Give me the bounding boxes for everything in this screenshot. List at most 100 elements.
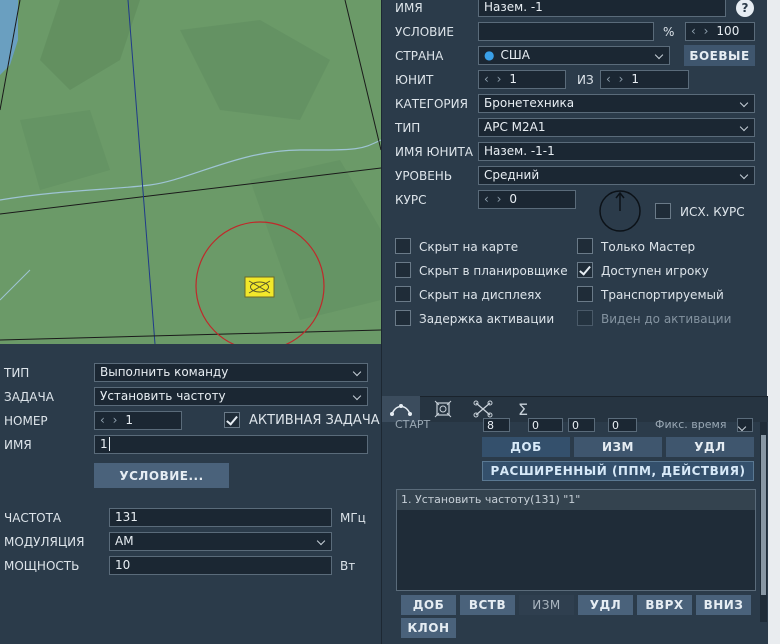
power-unit: Вт (340, 559, 356, 573)
condition-stepper[interactable]: ‹ › 100 (685, 22, 755, 41)
unit-name2-label: ИМЯ ЮНИТА (395, 145, 473, 159)
of-value: 1 (631, 72, 640, 86)
edit-point-button[interactable]: ИЗМ (574, 437, 662, 457)
unit-name-label: ИМЯ (395, 1, 423, 15)
combat-button[interactable]: БОЕВЫЕ (684, 45, 755, 66)
hidden-planner-checkbox[interactable] (395, 262, 411, 278)
number-stepper[interactable]: ‹ › 1 (94, 411, 182, 430)
init-heading-label: ИСХ. КУРС (680, 205, 745, 219)
transportable-label: Транспортируемый (601, 288, 724, 302)
master-only-checkbox[interactable] (577, 238, 593, 254)
hidden-displays-label: Скрыт на дисплеях (419, 288, 542, 302)
unit-value: 1 (509, 72, 518, 86)
level-value: Средний (484, 168, 540, 182)
name-label: ИМЯ (4, 438, 32, 452)
condition-button[interactable]: УСЛОВИЕ... (94, 463, 229, 488)
background-window-edge (767, 0, 780, 644)
type-label: ТИП (4, 366, 30, 380)
of-label: ИЗ (577, 73, 594, 87)
type-select[interactable]: Выполнить команду (94, 363, 368, 382)
category-label: КАТЕГОРИЯ (395, 97, 468, 111)
spin-arrows-icon[interactable]: ‹ › (484, 72, 503, 86)
advanced-button[interactable]: РАСШИРЕННЫЙ (ППМ, ДЕЙСТВИЯ) (482, 461, 754, 481)
hidden-map-checkbox[interactable] (395, 238, 411, 254)
spin-arrows-icon[interactable]: ‹ › (606, 72, 625, 86)
heading-stepper[interactable]: ‹ › 0 (478, 190, 576, 209)
condition-value: 100 (716, 24, 740, 38)
spin-arrows-icon[interactable]: ‹ › (100, 413, 119, 427)
unit-name-input[interactable]: Назем. -1 (478, 0, 726, 17)
heading-value: 0 (509, 192, 518, 206)
scrollbar-thumb[interactable] (761, 435, 766, 595)
frequency-unit: МГц (340, 511, 366, 525)
unit-name2-value: Назем. -1-1 (484, 144, 555, 158)
level-select[interactable]: Средний (478, 166, 755, 185)
list-edit-button[interactable]: ИЗМ (519, 595, 574, 615)
delete-point-button[interactable]: УДЛ (666, 437, 754, 457)
unit-stepper[interactable]: ‹ › 1 (478, 70, 566, 89)
power-label: МОЩНОСТЬ (4, 559, 80, 573)
task-label: ЗАДАЧА (4, 390, 54, 404)
init-heading-checkbox[interactable] (655, 203, 671, 219)
country-select[interactable]: ● США (478, 46, 670, 65)
active-task-label: АКТИВНАЯ ЗАДАЧА (249, 413, 380, 428)
power-value: 10 (115, 558, 131, 572)
heading-label: КУРС (395, 193, 427, 207)
country-label: СТРАНА (395, 49, 444, 63)
visible-before-checkbox (577, 310, 593, 326)
help-icon[interactable]: ? (736, 0, 754, 17)
list-insert-button[interactable]: ВСТВ (460, 595, 515, 615)
player-available-checkbox[interactable] (577, 262, 593, 278)
hidden-planner-label: Скрыт в планировщике (419, 264, 568, 278)
number-label: НОМЕР (4, 414, 48, 428)
condition-input[interactable] (478, 22, 654, 41)
frequency-input[interactable]: 131 (109, 508, 332, 527)
tab-bar-overlay (382, 396, 768, 422)
heading-dial-icon[interactable] (598, 189, 642, 233)
modulation-select[interactable]: AM (109, 532, 332, 551)
unit-type-label: ТИП (395, 121, 421, 135)
unit-type-select[interactable]: APC M2A1 (478, 118, 755, 137)
unit-name-value: Назем. -1 (484, 0, 543, 14)
spin-arrows-icon[interactable]: ‹ › (691, 24, 710, 38)
hidden-map-label: Скрыт на карте (419, 240, 519, 254)
transportable-checkbox[interactable] (577, 286, 593, 302)
type-select-value: Выполнить команду (100, 365, 229, 379)
number-value: 1 (125, 413, 134, 427)
name-input[interactable]: 1 (94, 435, 368, 454)
list-item[interactable]: 1. Установить частоту(131) "1" (397, 490, 755, 510)
unit-name2-input[interactable]: Назем. -1-1 (478, 142, 755, 161)
list-down-button[interactable]: ВНИЗ (696, 595, 751, 615)
of-stepper[interactable]: ‹ › 1 (600, 70, 689, 89)
map-view[interactable] (0, 0, 381, 344)
category-select[interactable]: Бронетехника (478, 94, 755, 113)
list-up-button[interactable]: ВВРХ (637, 595, 692, 615)
condition-label: УСЛОВИЕ (395, 25, 454, 39)
list-clone-button[interactable]: КЛОН (401, 618, 456, 638)
unit-type-value: APC M2A1 (484, 120, 546, 134)
modulation-value: AM (115, 534, 134, 548)
task-select[interactable]: Установить частоту (94, 387, 368, 406)
condition-percent: % (663, 25, 675, 39)
spin-arrows-icon[interactable]: ‹ › (484, 192, 503, 206)
country-dot-icon: ● (484, 48, 495, 62)
master-only-label: Только Мастер (601, 240, 696, 254)
active-task-checkbox[interactable] (224, 412, 240, 428)
activation-delay-label: Задержка активации (419, 312, 555, 326)
visible-before-label: Виден до активации (601, 312, 732, 326)
level-label: УРОВЕНЬ (395, 169, 453, 183)
country-value: США (500, 48, 530, 62)
frequency-value: 131 (115, 510, 138, 524)
modulation-label: МОДУЛЯЦИЯ (4, 535, 85, 549)
task-select-value: Установить частоту (100, 389, 226, 403)
category-value: Бронетехника (484, 96, 575, 110)
unit-label: ЮНИТ (395, 73, 434, 87)
frequency-label: ЧАСТОТА (4, 511, 62, 525)
list-add-button[interactable]: ДОБ (401, 595, 456, 615)
activation-delay-checkbox[interactable] (395, 310, 411, 326)
add-point-button[interactable]: ДОБ (482, 437, 570, 457)
list-delete-button[interactable]: УДЛ (578, 595, 633, 615)
power-input[interactable]: 10 (109, 556, 332, 575)
action-list[interactable]: 1. Установить частоту(131) "1" (396, 489, 756, 591)
hidden-displays-checkbox[interactable] (395, 286, 411, 302)
